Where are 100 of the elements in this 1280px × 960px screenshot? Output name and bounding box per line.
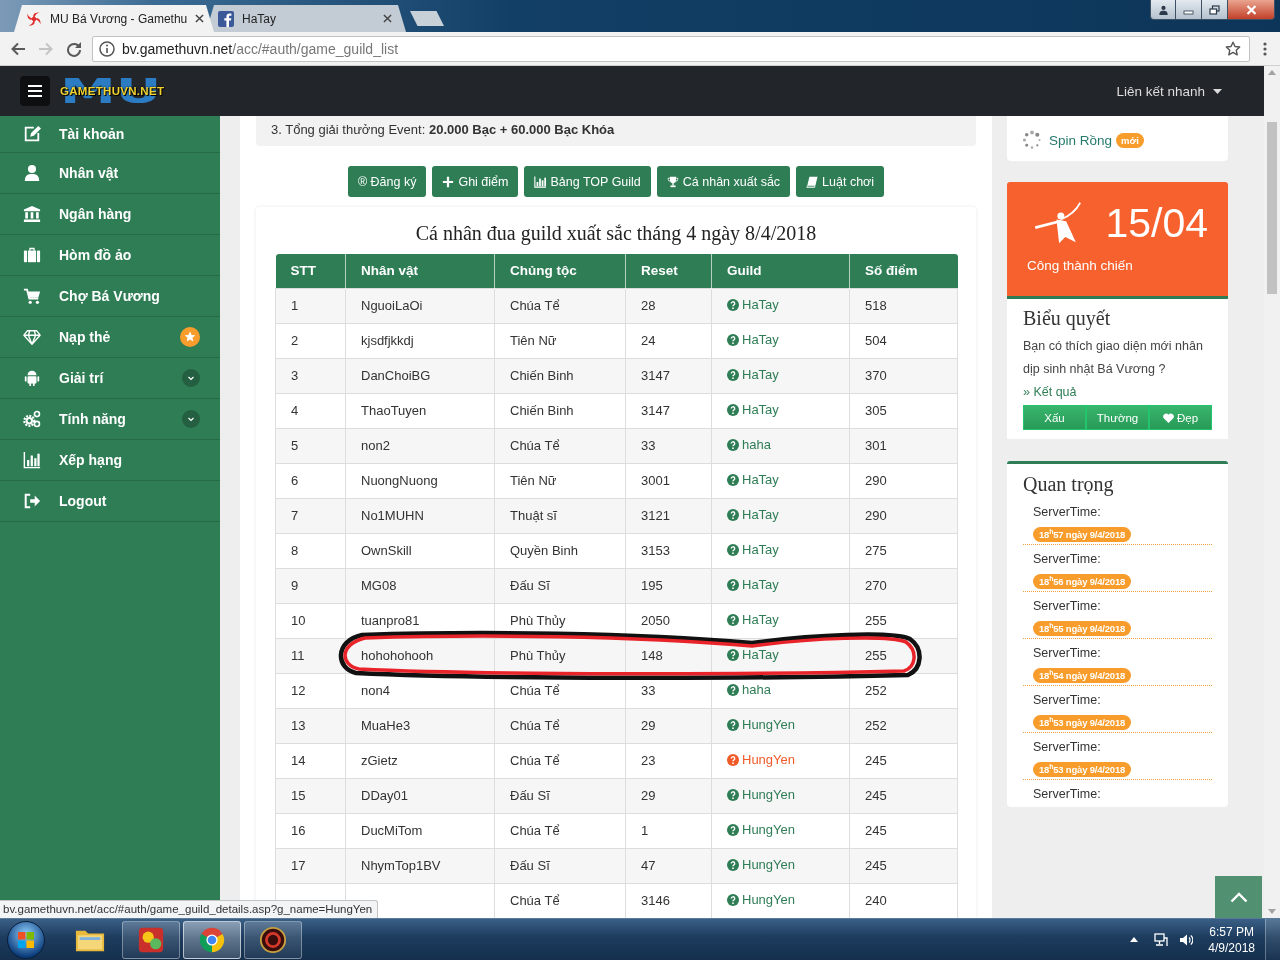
scrollbar-thumb[interactable] (1267, 122, 1277, 294)
guild-link[interactable]: HaTay (727, 472, 779, 488)
close-window-button[interactable] (1228, 0, 1275, 20)
taskbar-button[interactable] (244, 920, 302, 959)
vote-button[interactable]: Xấu (1023, 405, 1086, 430)
info-icon[interactable] (99, 40, 115, 57)
f-square-icon (218, 10, 234, 27)
close-icon[interactable] (383, 14, 392, 23)
back-arrow-icon[interactable] (10, 40, 26, 57)
taskbar-button[interactable] (122, 920, 180, 959)
guild-link[interactable]: HaTay (727, 367, 779, 383)
clock-time[interactable]: 6:57 PM (1209, 923, 1254, 940)
sidebar-item[interactable]: Hòm đồ ảo (0, 235, 220, 276)
table-cell: Chúa Tể (494, 428, 626, 463)
table-cell: 7 (275, 498, 346, 533)
action-button[interactable]: Ghi điểm (432, 166, 519, 197)
guild-link[interactable]: HaTay (727, 297, 779, 313)
book-icon (806, 175, 819, 188)
event-card[interactable]: 15/04 Công thành chiến (1007, 182, 1228, 296)
table-cell: 6 (275, 463, 346, 498)
sidebar-item[interactable]: Ngân hàng (0, 194, 220, 235)
guild-link[interactable]: HungYen (727, 857, 795, 873)
sidebar-item[interactable]: Nhân vật (0, 153, 220, 194)
chevron-down-icon[interactable] (182, 369, 200, 387)
taskbar-button[interactable] (183, 920, 241, 959)
guild-link[interactable]: HaTay (727, 647, 779, 663)
table-cell: 23 (625, 743, 712, 778)
scrollbar[interactable] (1264, 66, 1280, 918)
menu-icon[interactable] (1263, 41, 1267, 56)
guild-link[interactable]: haha (727, 437, 771, 453)
table-cell: 245 (849, 743, 958, 778)
reload-icon[interactable] (66, 40, 82, 57)
table-cell: 29 (625, 708, 712, 743)
sidebar-item[interactable]: Logout (0, 481, 220, 522)
event-notice: 3. Tổng giải thưởng Event: 20.000 Bạc + 60.000 Bạc Khóa (256, 116, 976, 146)
guild-link[interactable]: HungYen (727, 787, 795, 803)
minimize-button[interactable] (1176, 0, 1202, 20)
back-to-top-button[interactable] (1215, 876, 1262, 918)
sidebar-item[interactable]: Chợ Bá Vương (0, 276, 220, 317)
guild-link[interactable]: HungYen (727, 752, 795, 768)
clock-date[interactable]: 4/9/2018 (1208, 939, 1255, 956)
tray-arrow-icon[interactable] (1130, 937, 1139, 942)
emblem-icon (258, 925, 288, 954)
guild-link[interactable]: HungYen (727, 892, 795, 908)
guild-link[interactable]: haha (727, 682, 771, 698)
sidebar-item[interactable]: Nạp thẻ (0, 317, 220, 358)
close-icon[interactable] (195, 14, 205, 23)
sidebar-item[interactable]: Tài khoản (0, 116, 220, 153)
column-header: Nhân vật (345, 254, 495, 288)
quick-links-dropdown[interactable]: Liên kết nhanh (1116, 83, 1222, 99)
guild-link[interactable]: HaTay (727, 402, 779, 418)
table-cell: 195 (625, 568, 712, 603)
menu-button[interactable] (20, 76, 50, 106)
guild-link[interactable]: HungYen (727, 717, 795, 733)
android-icon (22, 369, 42, 387)
network-icon[interactable] (1154, 932, 1169, 947)
table-cell: 3001 (625, 463, 712, 498)
guild-link[interactable]: HungYen (727, 822, 795, 838)
new-tab-button[interactable] (410, 11, 444, 26)
restore-button[interactable] (1202, 0, 1228, 20)
start-orb-icon[interactable] (6, 919, 46, 960)
heart-icon (1162, 412, 1174, 423)
action-button[interactable]: Cá nhân xuất sắc (656, 166, 791, 197)
action-button[interactable]: Luật chơi (796, 166, 885, 197)
bookmark-star-icon[interactable] (1225, 40, 1241, 57)
chevron-down-icon[interactable] (182, 410, 200, 428)
table-cell: 305 (849, 393, 958, 428)
server-time-label: ServerTime: (1033, 739, 1101, 756)
table-cell: Chúa Tể (494, 708, 626, 743)
volume-icon[interactable] (1179, 932, 1194, 947)
table-cell: Quyền Binh (494, 533, 626, 568)
table-cell: NguoiLaOi (345, 288, 495, 323)
table-cell: 14 (275, 743, 346, 778)
quick-link[interactable]: Spin Rồng (1049, 132, 1113, 148)
sidebar-item[interactable]: Xếp hạng (0, 440, 220, 481)
guild-link[interactable]: HaTay (727, 507, 779, 523)
show-desktop-button[interactable] (1265, 919, 1280, 960)
question-circle-icon (727, 858, 739, 871)
sidebar-item[interactable]: Giải trí (0, 358, 220, 399)
guild-link[interactable]: HaTay (727, 612, 779, 628)
game-tile-icon (136, 925, 166, 954)
address-bar[interactable]: bv.gamethuvn.net/acc/#auth/game_guild_list (92, 35, 1250, 62)
table-cell: 252 (849, 708, 958, 743)
action-button[interactable]: ® Đăng ký (347, 166, 427, 197)
sidebar-item[interactable]: Tính năng (0, 399, 220, 440)
briefcase-icon (22, 246, 42, 264)
table-cell: 504 (849, 323, 958, 358)
action-button[interactable]: Bảng TOP Guild (524, 166, 651, 197)
results-link[interactable]: » Kết quả (1023, 385, 1077, 399)
new-badge: mới (1116, 132, 1144, 148)
guild-link[interactable]: HaTay (727, 542, 779, 558)
table-cell: 3147 (625, 393, 712, 428)
vote-button[interactable]: Đẹp (1149, 405, 1212, 430)
question-circle-icon (727, 718, 739, 731)
profile-button[interactable] (1150, 0, 1176, 20)
question-circle-icon (727, 368, 739, 381)
browser-tab[interactable]: MU Bá Vương - Gamethu (14, 5, 214, 32)
guild-link[interactable]: HaTay (727, 577, 779, 593)
guild-link[interactable]: HaTay (727, 332, 779, 348)
vote-button[interactable]: Thường (1086, 405, 1149, 430)
